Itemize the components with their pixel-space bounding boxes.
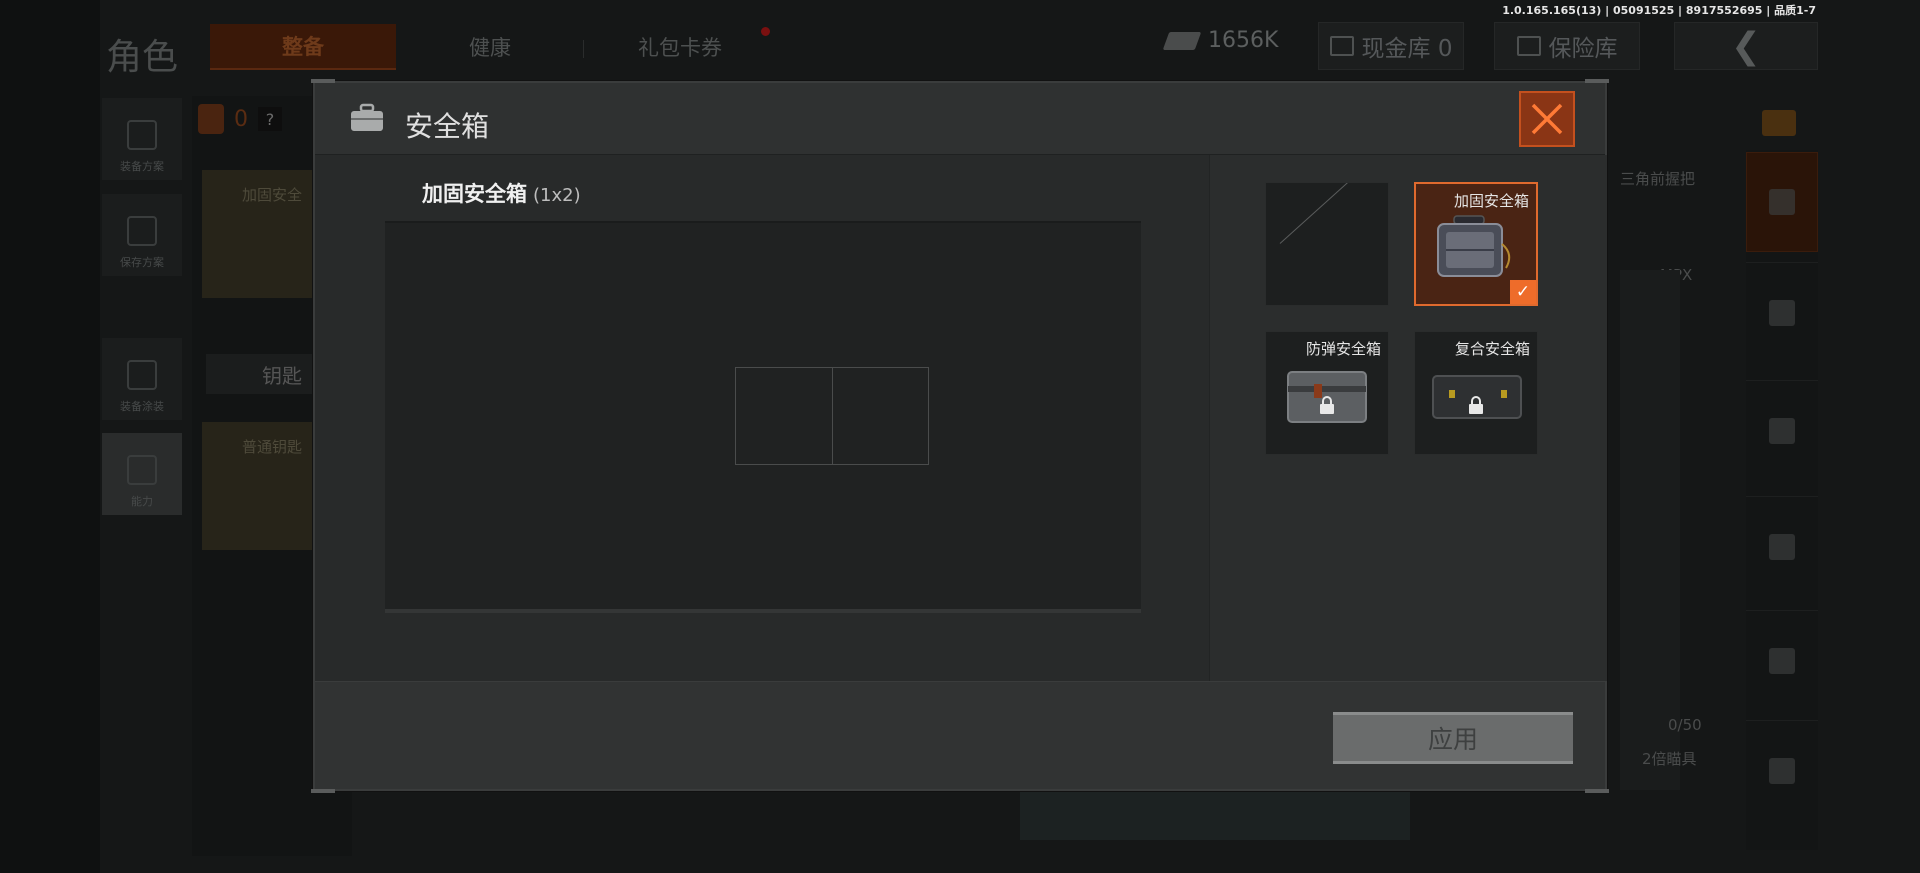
side-button-label: 保存方案	[120, 256, 164, 269]
tab-gift-coupons[interactable]: 礼包卡券	[600, 24, 760, 70]
empty-slash-icon	[1279, 183, 1370, 244]
attachment-icon	[1769, 757, 1795, 784]
page-title: 角色	[106, 37, 179, 78]
dialog-footer: 应用	[315, 681, 1605, 789]
case-option-label: 复合安全箱	[1454, 340, 1530, 358]
chevron-left-icon: ❮	[1730, 25, 1762, 67]
key-bar[interactable]: 钥匙	[206, 354, 326, 394]
close-icon	[1531, 103, 1563, 135]
dialog-title: 安全箱	[405, 110, 490, 143]
case-option-label: 加固安全箱	[1453, 192, 1529, 210]
slot-ammo[interactable]	[1746, 610, 1818, 710]
vest-icon	[198, 104, 224, 134]
save-plan-button[interactable]: 保存方案	[102, 194, 182, 276]
side-button-label: 装备涂装	[120, 400, 164, 413]
tab-health[interactable]: 健康	[440, 24, 540, 70]
checkmark-icon: ✓	[1510, 280, 1536, 304]
selected-case-name: 加固安全箱	[422, 182, 527, 206]
ability-button[interactable]: 能力	[102, 433, 182, 515]
slot-attachment[interactable]	[1746, 720, 1818, 820]
case-option-composite[interactable]: 复合安全箱	[1414, 331, 1538, 455]
stack-icon[interactable]	[1762, 110, 1796, 136]
weapon-preview	[1020, 790, 1410, 840]
safe-box-dialog: 安全箱 加固安全箱 (1x2) 加固安全箱 ✓ 防弹安全箱 复合安全箱 应用	[311, 79, 1609, 793]
slot-magazine[interactable]	[1746, 496, 1818, 596]
safe-case-icon	[1437, 215, 1511, 277]
lock-icon	[1469, 396, 1483, 415]
cash-icon	[1162, 31, 1202, 50]
vest-count: 0	[234, 106, 248, 132]
armor-icon	[1769, 189, 1795, 215]
left-edge	[0, 0, 100, 873]
lightning-hex-icon	[127, 455, 157, 485]
side-button-label: 装备方案	[120, 160, 164, 173]
dialog-header: 安全箱	[315, 83, 1605, 155]
close-button[interactable]	[1519, 91, 1575, 147]
safe-vault-label: 保险库	[1548, 36, 1618, 62]
helmet-icon	[1769, 299, 1795, 326]
currency-display: 1656K	[1162, 28, 1279, 53]
case-option-label: 防弹安全箱	[1305, 340, 1381, 358]
back-button[interactable]: ❮	[1674, 22, 1818, 70]
case-selection-panel: 加固安全箱 ✓ 防弹安全箱 复合安全箱	[1209, 155, 1607, 681]
vault-icon	[1329, 36, 1354, 56]
tab-divider	[583, 40, 584, 58]
case-option-empty[interactable]	[1265, 182, 1389, 306]
slot-helmet[interactable]	[1746, 262, 1818, 362]
version-text: 1.0.165.165(13) | 05091525 | 8917552695 …	[1502, 4, 1816, 17]
vest-indicator: 0 ?	[198, 104, 282, 134]
ammo-label: 0/50	[1668, 716, 1702, 734]
slot-rifle[interactable]	[1746, 380, 1818, 480]
grid-divider	[832, 368, 833, 464]
grip-label: 三角前握把	[1620, 170, 1696, 188]
selected-case-title: 加固安全箱 (1x2)	[422, 178, 581, 208]
equipment-skin-button[interactable]: 装备涂装	[102, 338, 182, 420]
slot-armor[interactable]	[1746, 152, 1818, 252]
case-option-reinforced[interactable]: 加固安全箱 ✓	[1414, 182, 1538, 306]
key-bar-label: 钥匙	[262, 363, 302, 388]
selected-case-size: (1x2)	[533, 185, 581, 206]
corner-accent	[1585, 789, 1609, 793]
briefcase-icon	[351, 103, 383, 131]
helmet-icon	[127, 360, 157, 390]
scope-label: 2倍瞄具	[1642, 750, 1697, 768]
help-icon[interactable]: ?	[258, 107, 282, 131]
safe-vault-button[interactable]: 保险库	[1494, 22, 1640, 70]
weapon-silhouette	[1620, 270, 1680, 790]
rifle-icon	[1769, 417, 1795, 444]
case-option-bulletproof[interactable]: 防弹安全箱	[1265, 331, 1389, 455]
safe-case-card[interactable]: 加固安全	[202, 170, 312, 298]
magazine-icon	[1769, 533, 1795, 560]
apply-button[interactable]: 应用	[1333, 712, 1573, 764]
currency-amount: 1656K	[1208, 28, 1279, 53]
cash-vault-button[interactable]: 现金库 0	[1318, 22, 1464, 70]
lock-icon	[1320, 396, 1334, 415]
case-grid-area	[385, 221, 1141, 613]
notification-dot	[761, 27, 770, 36]
side-button-label: 能力	[131, 495, 153, 508]
card-label: 加固安全	[242, 186, 303, 204]
backpack-icon	[127, 120, 157, 150]
key-card[interactable]: 普通钥匙	[202, 422, 312, 550]
download-icon	[127, 216, 157, 246]
card-label: 普通钥匙	[242, 438, 303, 456]
bullet-icon	[1769, 647, 1795, 674]
corner-accent	[311, 789, 335, 793]
safe-icon	[1516, 36, 1541, 56]
tab-equipment[interactable]: 整备	[210, 24, 396, 70]
storage-grid	[735, 367, 929, 465]
equipment-plan-button[interactable]: 装备方案	[102, 98, 182, 180]
cash-vault-label: 现金库 0	[1361, 36, 1453, 62]
